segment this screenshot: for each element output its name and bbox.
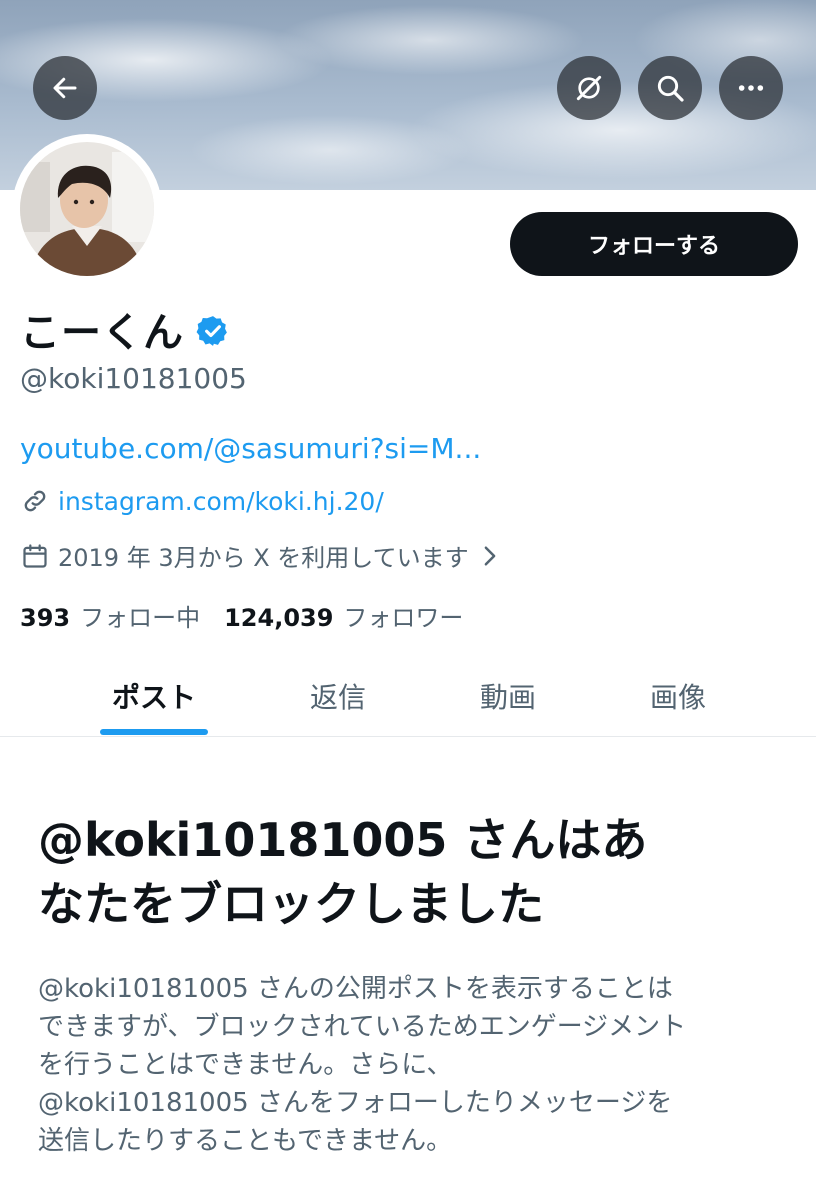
link-icon <box>20 486 50 516</box>
blocked-title: @koki10181005 さんはあ なたをブロックしました <box>38 808 778 936</box>
search-button[interactable] <box>638 56 702 120</box>
tab-posts[interactable]: ポスト <box>69 656 239 736</box>
display-name: こーくん <box>20 310 184 356</box>
following-stat[interactable]: 393 フォロー中 <box>20 598 200 633</box>
profile-website-link[interactable]: youtube.com/@sasumuri?si=M... <box>20 432 481 465</box>
following-label: フォロー中 <box>80 604 201 632</box>
joined-date-text: 2019 年 3月から X を利用しています <box>58 544 469 572</box>
calendar-icon <box>20 541 50 571</box>
blocked-description-line: 送信したりすることもできません。 <box>38 1126 453 1156</box>
tab-images[interactable]: 画像 <box>593 656 763 736</box>
tab-videos[interactable]: 動画 <box>423 656 593 736</box>
joined-date-row[interactable]: 2019 年 3月から X を利用しています <box>20 538 499 573</box>
more-button[interactable] <box>719 56 783 120</box>
instagram-link[interactable]: instagram.com/koki.hj.20/ <box>58 487 384 516</box>
blocked-description-line: @koki10181005 さんの公開ポストを表示することは <box>38 974 673 1004</box>
profile-name-row: こーくん <box>20 300 230 358</box>
blocked-description-line: できますが、ブロックされているためエンゲージメント <box>38 1012 687 1042</box>
blocked-title-line: なたをブロックしました <box>38 877 544 931</box>
active-tab-indicator <box>100 729 208 735</box>
blocked-description-line: @koki10181005 さんをフォローしたりメッセージを <box>38 1088 673 1118</box>
follow-button[interactable]: フォローする <box>510 212 798 276</box>
followers-count: 124,039 <box>224 604 334 632</box>
follow-stats: 393 フォロー中 124,039 フォロワー <box>20 598 463 633</box>
grok-button[interactable] <box>557 56 621 120</box>
avatar[interactable] <box>20 142 154 276</box>
followers-stat[interactable]: 124,039 フォロワー <box>224 598 463 633</box>
chevron-right-icon <box>484 546 495 565</box>
blocked-description-line: を行うことはできません。さらに、 <box>38 1050 453 1080</box>
tab-replies[interactable]: 返信 <box>253 656 423 736</box>
grok-icon <box>576 75 602 101</box>
avatar-photo <box>20 142 154 276</box>
verified-badge-icon[interactable] <box>196 314 230 348</box>
following-count: 393 <box>20 604 71 632</box>
search-icon <box>657 75 684 102</box>
back-button[interactable] <box>33 56 97 120</box>
profile-tabs: ポスト 返信 動画 画像 <box>0 656 816 737</box>
blocked-description: @koki10181005 さんの公開ポストを表示することは できますが、ブロッ… <box>38 970 778 1160</box>
profile-link-row: instagram.com/koki.hj.20/ <box>20 486 384 516</box>
blocked-title-line: @koki10181005 さんはあ <box>38 813 648 867</box>
followers-label: フォロワー <box>343 604 464 632</box>
more-horizontal-icon <box>738 85 764 91</box>
arrow-left-icon <box>53 77 77 99</box>
profile-handle: @koki10181005 <box>20 362 247 395</box>
